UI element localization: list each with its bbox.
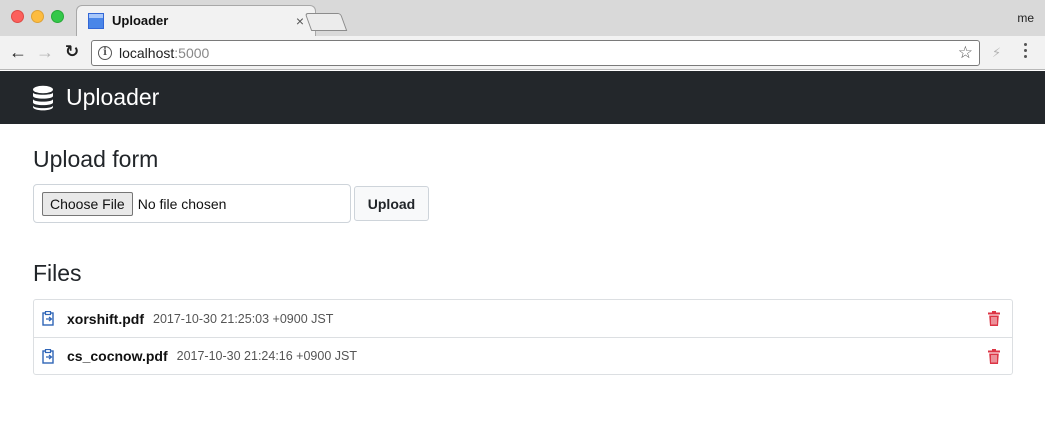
file-row: xorshift.pdf 2017-10-30 21:25:03 +0900 J… bbox=[34, 300, 1012, 337]
back-arrow-icon[interactable]: ← bbox=[8, 42, 28, 62]
app-navbar: Uploader bbox=[0, 71, 1045, 124]
files-heading: Files bbox=[33, 260, 82, 286]
file-name-link[interactable]: cs_cocnow.pdf bbox=[67, 348, 168, 364]
file-input[interactable]: Choose File No file chosen bbox=[33, 184, 351, 223]
forward-arrow-icon[interactable]: → bbox=[35, 42, 55, 62]
profile-button[interactable]: me bbox=[1017, 11, 1034, 25]
file-date: 2017-10-30 21:25:03 +0900 JST bbox=[153, 311, 334, 326]
favicon-icon bbox=[88, 12, 104, 29]
info-icon[interactable]: i bbox=[98, 46, 112, 60]
extension-bolt-icon[interactable]: ⚡ bbox=[992, 45, 1001, 61]
new-tab-button[interactable] bbox=[304, 13, 348, 31]
upload-form-heading: Upload form bbox=[33, 146, 159, 172]
bookmark-star-icon[interactable]: ☆ bbox=[958, 43, 973, 63]
file-row: cs_cocnow.pdf 2017-10-30 21:24:16 +0900 … bbox=[34, 337, 1012, 374]
file-name-link[interactable]: xorshift.pdf bbox=[67, 311, 144, 327]
file-status-text: No file chosen bbox=[137, 195, 227, 212]
choose-file-button[interactable]: Choose File bbox=[42, 191, 133, 216]
minimize-window-button[interactable] bbox=[31, 10, 44, 23]
file-date: 2017-10-30 21:24:16 +0900 JST bbox=[176, 349, 357, 363]
file-list: xorshift.pdf 2017-10-30 21:25:03 +0900 J… bbox=[33, 299, 1013, 375]
database-icon bbox=[33, 85, 53, 110]
reload-icon[interactable]: ↻ bbox=[62, 42, 82, 62]
close-window-button[interactable] bbox=[11, 10, 24, 23]
address-bar[interactable]: i localhost :5000 ☆ bbox=[91, 40, 980, 66]
browser-toolbar: ← → ↻ i localhost :5000 ☆ ⚡ bbox=[0, 36, 1045, 70]
trash-icon[interactable] bbox=[988, 311, 1000, 326]
tab-title: Uploader bbox=[112, 13, 169, 28]
url-port: :5000 bbox=[174, 45, 210, 61]
document-icon bbox=[42, 311, 54, 326]
browser-menu-icon[interactable] bbox=[1024, 43, 1028, 61]
trash-icon[interactable] bbox=[988, 349, 1000, 364]
upload-button[interactable]: Upload bbox=[354, 186, 429, 221]
brand-title[interactable]: Uploader bbox=[66, 84, 159, 111]
url-host: localhost bbox=[119, 45, 175, 61]
zoom-window-button[interactable] bbox=[51, 10, 64, 23]
document-icon bbox=[42, 348, 54, 364]
browser-titlebar: Uploader × me bbox=[0, 0, 1045, 36]
